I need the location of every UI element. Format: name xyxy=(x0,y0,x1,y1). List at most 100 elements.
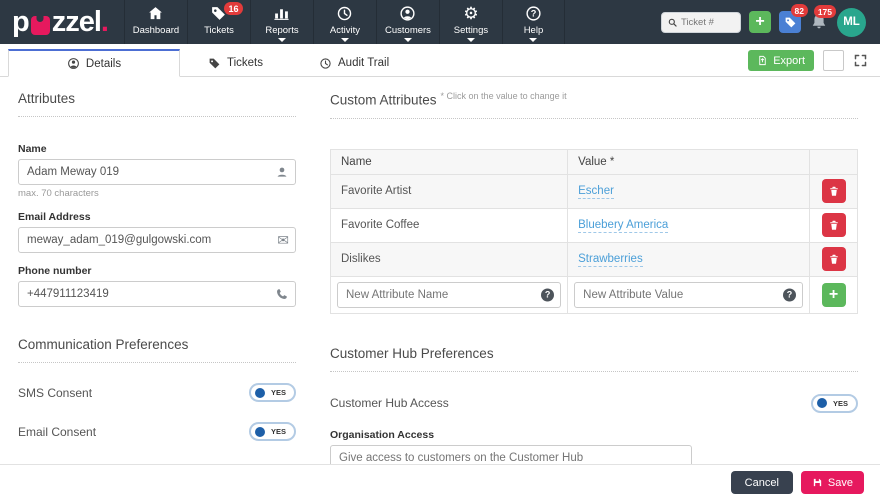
column-header-value: Value * xyxy=(568,149,810,174)
toggle-dot xyxy=(255,388,265,398)
name-hint: max. 70 characters xyxy=(18,188,296,199)
chevron-down-icon xyxy=(341,38,349,42)
blank-toggle-button[interactable] xyxy=(823,50,844,71)
tab-audit-trail[interactable]: Audit Trail xyxy=(291,49,417,77)
notifications-button[interactable]: 175 xyxy=(809,12,829,32)
tab-bar-actions: Export xyxy=(748,50,880,71)
tag-icon xyxy=(784,16,797,29)
cancel-button[interactable]: Cancel xyxy=(731,471,793,494)
envelope-icon: ✉ xyxy=(277,233,289,247)
custom-attributes-section-title: Custom Attributes* Click on the value to… xyxy=(330,91,858,119)
delete-attribute-button[interactable] xyxy=(822,179,846,203)
add-attribute-button[interactable]: + xyxy=(822,283,846,307)
nav-label: Customers xyxy=(385,25,431,36)
table-row: Favorite Artist Escher xyxy=(331,174,858,208)
new-attribute-value-input[interactable] xyxy=(574,282,803,308)
person-icon xyxy=(275,165,289,179)
chevron-down-icon xyxy=(278,38,286,42)
gear-icon: ⚙ xyxy=(463,5,478,23)
email-consent-label: Email Consent xyxy=(18,425,96,439)
customer-hub-section-title: Customer Hub Preferences xyxy=(330,346,858,372)
organisation-access-input[interactable] xyxy=(330,445,692,465)
export-button[interactable]: Export xyxy=(748,50,814,71)
history-clock-icon xyxy=(319,57,332,70)
nav-item-settings[interactable]: ⚙ Settings xyxy=(439,0,502,44)
logo-text-pre: p xyxy=(12,6,29,39)
ticket-search-input[interactable] xyxy=(681,17,735,28)
chevron-down-icon xyxy=(404,38,412,42)
nav-label: Activity xyxy=(330,25,360,36)
tab-bar: Details Tickets Audit Trail Export xyxy=(0,44,880,77)
nav-item-tickets[interactable]: 16 Tickets xyxy=(187,0,250,44)
home-icon xyxy=(147,5,164,23)
my-tickets-button[interactable]: 82 xyxy=(779,11,801,33)
details-panel: Attributes Name max. 70 characters Email… xyxy=(0,77,880,464)
customer-hub-access-toggle[interactable]: YES xyxy=(811,394,858,413)
nav-label: Settings xyxy=(454,25,488,36)
puzzel-app: pzzel. Dashboard 16 Tickets xyxy=(0,0,880,500)
sms-consent-label: SMS Consent xyxy=(18,386,92,400)
user-circle-icon xyxy=(399,5,416,23)
attribute-name-cell: Favorite Artist xyxy=(331,174,568,208)
trash-icon xyxy=(828,219,840,231)
bar-chart-icon xyxy=(273,5,290,23)
nav-item-reports[interactable]: Reports xyxy=(250,0,313,44)
nav-label: Dashboard xyxy=(133,25,179,36)
ticket-search[interactable] xyxy=(661,12,741,33)
tag-icon xyxy=(208,57,221,70)
nav-item-dashboard[interactable]: Dashboard xyxy=(124,0,187,44)
floppy-save-icon xyxy=(812,477,823,488)
organisation-access-label: Organisation Access xyxy=(330,429,858,441)
communication-section-title: Communication Preferences xyxy=(18,337,296,363)
new-attribute-row: ? ? + xyxy=(331,276,858,313)
form-footer: Cancel Save xyxy=(0,464,880,500)
delete-attribute-button[interactable] xyxy=(822,247,846,271)
history-clock-icon xyxy=(336,5,353,23)
nav-item-activity[interactable]: Activity xyxy=(313,0,376,44)
toggle-dot xyxy=(255,427,265,437)
puzzel-logo[interactable]: pzzel. xyxy=(0,0,124,44)
attributes-column: Attributes Name max. 70 characters Email… xyxy=(18,91,296,464)
attributes-section-title: Attributes xyxy=(18,91,296,117)
delete-attribute-button[interactable] xyxy=(822,213,846,237)
help-tooltip-icon[interactable]: ? xyxy=(783,288,796,301)
header-right-controls: + 82 175 ML xyxy=(661,0,880,44)
new-attribute-name-input[interactable] xyxy=(337,282,561,308)
question-circle-icon: ? xyxy=(525,5,542,23)
tab-tickets[interactable]: Tickets xyxy=(180,49,291,77)
tickets-count-badge: 16 xyxy=(224,2,243,15)
tab-label: Tickets xyxy=(227,57,263,69)
email-label: Email Address xyxy=(18,211,296,223)
phone-field[interactable] xyxy=(18,281,296,307)
tab-label: Audit Trail xyxy=(338,57,389,69)
my-tickets-badge: 82 xyxy=(791,4,808,17)
export-label: Export xyxy=(773,55,805,67)
save-button[interactable]: Save xyxy=(801,471,864,494)
sms-consent-toggle[interactable]: YES xyxy=(249,383,296,402)
fullscreen-expand-icon[interactable] xyxy=(853,53,868,68)
attribute-value-link[interactable]: Bluebery America xyxy=(578,219,668,233)
puzzle-piece-icon xyxy=(31,16,50,35)
nav-item-customers[interactable]: Customers xyxy=(376,0,439,44)
custom-attributes-table: Name Value * Favorite Artist Escher Favo… xyxy=(330,149,858,314)
attribute-name-cell: Favorite Coffee xyxy=(331,208,568,242)
custom-attributes-note: * Click on the value to change it xyxy=(441,91,567,101)
custom-attributes-column: Custom Attributes* Click on the value to… xyxy=(330,91,858,464)
nav-item-help[interactable]: ? Help xyxy=(502,0,565,44)
nav-label: Tickets xyxy=(204,25,234,36)
save-label: Save xyxy=(828,477,853,489)
table-header-row: Name Value * xyxy=(331,149,858,174)
user-avatar[interactable]: ML xyxy=(837,8,866,37)
attribute-value-link[interactable]: Strawberries xyxy=(578,253,643,267)
email-field[interactable] xyxy=(18,227,296,253)
name-field[interactable] xyxy=(18,159,296,185)
toggle-state: YES xyxy=(271,388,286,397)
main-nav: Dashboard 16 Tickets Reports xyxy=(124,0,565,44)
logo-text-post: zzel xyxy=(52,6,101,39)
phone-label: Phone number xyxy=(18,265,296,277)
attribute-value-link[interactable]: Escher xyxy=(578,185,614,199)
help-tooltip-icon[interactable]: ? xyxy=(541,288,554,301)
email-consent-toggle[interactable]: YES xyxy=(249,422,296,441)
tab-details[interactable]: Details xyxy=(8,49,180,77)
add-ticket-button[interactable]: + xyxy=(749,11,771,33)
